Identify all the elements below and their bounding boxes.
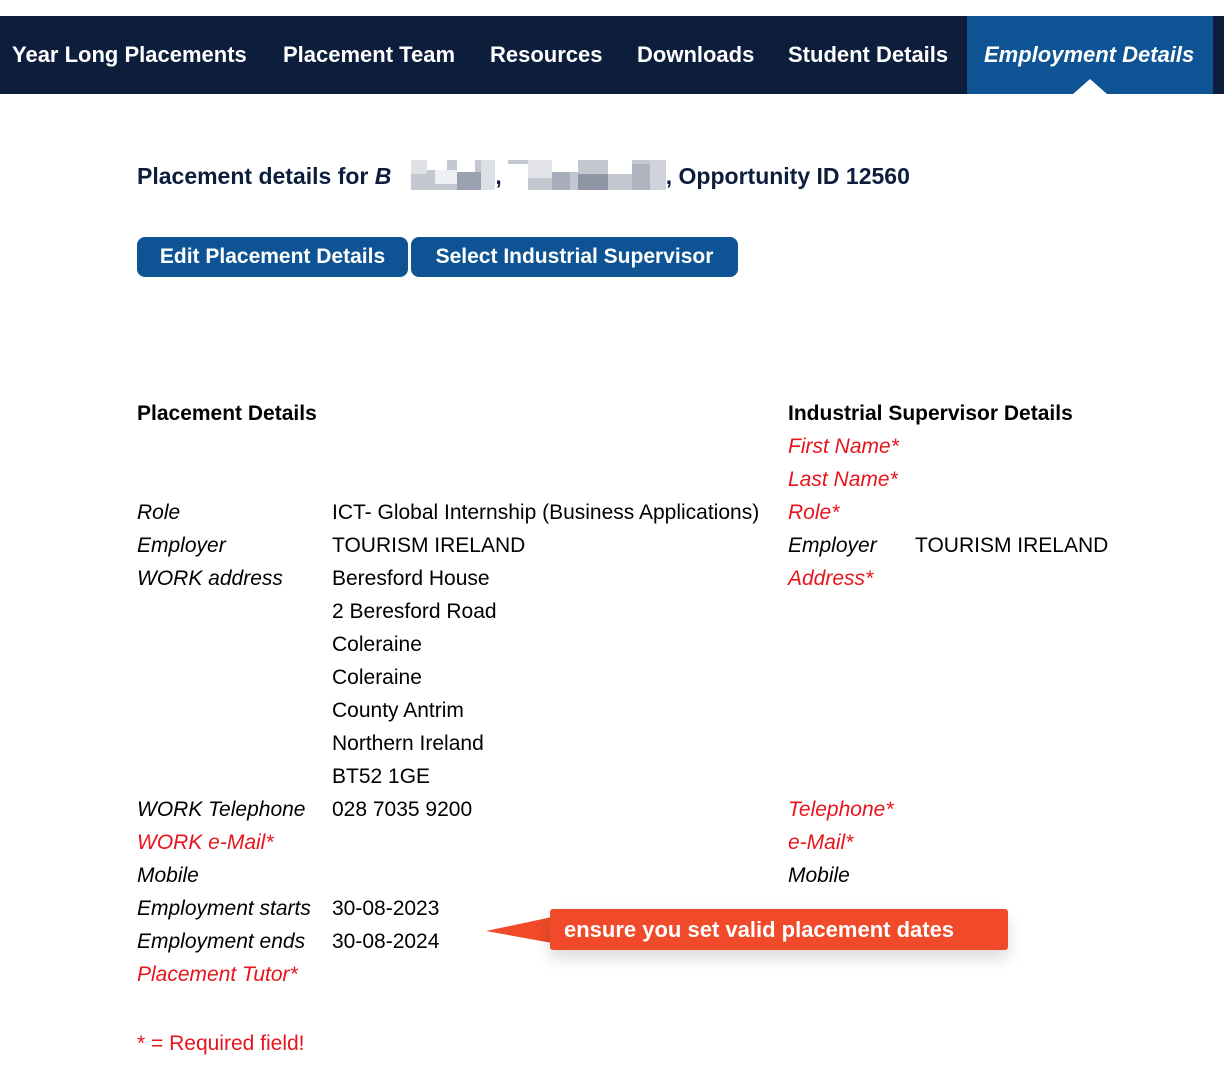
mobile-label: Mobile bbox=[137, 864, 199, 887]
employer-value: TOURISM IRELAND bbox=[332, 534, 526, 557]
top-navigation: Year Long Placements Placement Team Reso… bbox=[0, 16, 1224, 94]
required-field-note: * = Required field! bbox=[137, 1032, 305, 1055]
supervisor-first-name-label: First Name* bbox=[788, 435, 899, 458]
work-address-label: WORK address bbox=[137, 567, 283, 590]
student-name-initial: B bbox=[374, 163, 392, 189]
select-industrial-supervisor-button[interactable]: Select Industrial Supervisor bbox=[411, 237, 738, 277]
role-label: Role bbox=[137, 501, 181, 524]
supervisor-role-label: Role* bbox=[788, 501, 840, 524]
address-line: Beresford House bbox=[332, 567, 490, 590]
employment-starts-label: Employment starts bbox=[137, 897, 311, 920]
nav-downloads[interactable]: Downloads bbox=[637, 16, 754, 94]
nav-resources[interactable]: Resources bbox=[490, 16, 603, 94]
address-line: County Antrim bbox=[332, 699, 464, 722]
supervisor-last-name-label: Last Name* bbox=[788, 468, 898, 491]
supervisor-details-heading: Industrial Supervisor Details bbox=[788, 402, 1073, 425]
supervisor-address-label: Address* bbox=[788, 567, 874, 590]
address-line: 2 Beresford Road bbox=[332, 600, 497, 623]
address-line: Northern Ireland bbox=[332, 732, 484, 755]
opportunity-id: , Opportunity ID 12560 bbox=[665, 163, 910, 189]
supervisor-mobile-label: Mobile bbox=[788, 864, 850, 887]
employment-ends-label: Employment ends bbox=[137, 930, 306, 953]
address-line: BT52 1GE bbox=[332, 765, 431, 788]
role-value: ICT- Global Internship (Business Applica… bbox=[332, 501, 760, 524]
page-title: Placement details for B , , Opportunity … bbox=[137, 160, 910, 190]
nav-year-long-placements[interactable]: Year Long Placements bbox=[12, 16, 247, 94]
work-telephone-label: WORK Telephone bbox=[137, 798, 306, 821]
employer-label: Employer bbox=[137, 534, 226, 557]
employment-ends-value: 30-08-2024 bbox=[332, 930, 440, 953]
address-line: Coleraine bbox=[332, 666, 422, 689]
name-separator: , bbox=[495, 163, 502, 189]
redacted-surname bbox=[391, 160, 496, 190]
work-email-label: WORK e-Mail* bbox=[137, 831, 274, 854]
redacted-forename bbox=[507, 160, 666, 190]
placement-dates-callout: ensure you set valid placement dates bbox=[550, 909, 1008, 950]
placement-tutor-label: Placement Tutor* bbox=[137, 963, 298, 986]
supervisor-employer-label: Employer bbox=[788, 534, 877, 557]
employment-starts-value: 30-08-2023 bbox=[332, 897, 440, 920]
nav-placement-team[interactable]: Placement Team bbox=[283, 16, 455, 94]
supervisor-email-label: e-Mail* bbox=[788, 831, 854, 854]
nav-student-details[interactable]: Student Details bbox=[788, 16, 948, 94]
active-tab-indicator bbox=[1073, 79, 1107, 94]
supervisor-employer-value: TOURISM IRELAND bbox=[915, 534, 1109, 557]
title-prefix: Placement details for bbox=[137, 163, 375, 189]
placement-details-heading: Placement Details bbox=[137, 402, 317, 425]
address-line: Coleraine bbox=[332, 633, 422, 656]
supervisor-telephone-label: Telephone* bbox=[788, 798, 894, 821]
work-telephone-value: 028 7035 9200 bbox=[332, 798, 473, 821]
callout-pointer bbox=[486, 917, 552, 943]
edit-placement-details-button[interactable]: Edit Placement Details bbox=[137, 237, 408, 277]
